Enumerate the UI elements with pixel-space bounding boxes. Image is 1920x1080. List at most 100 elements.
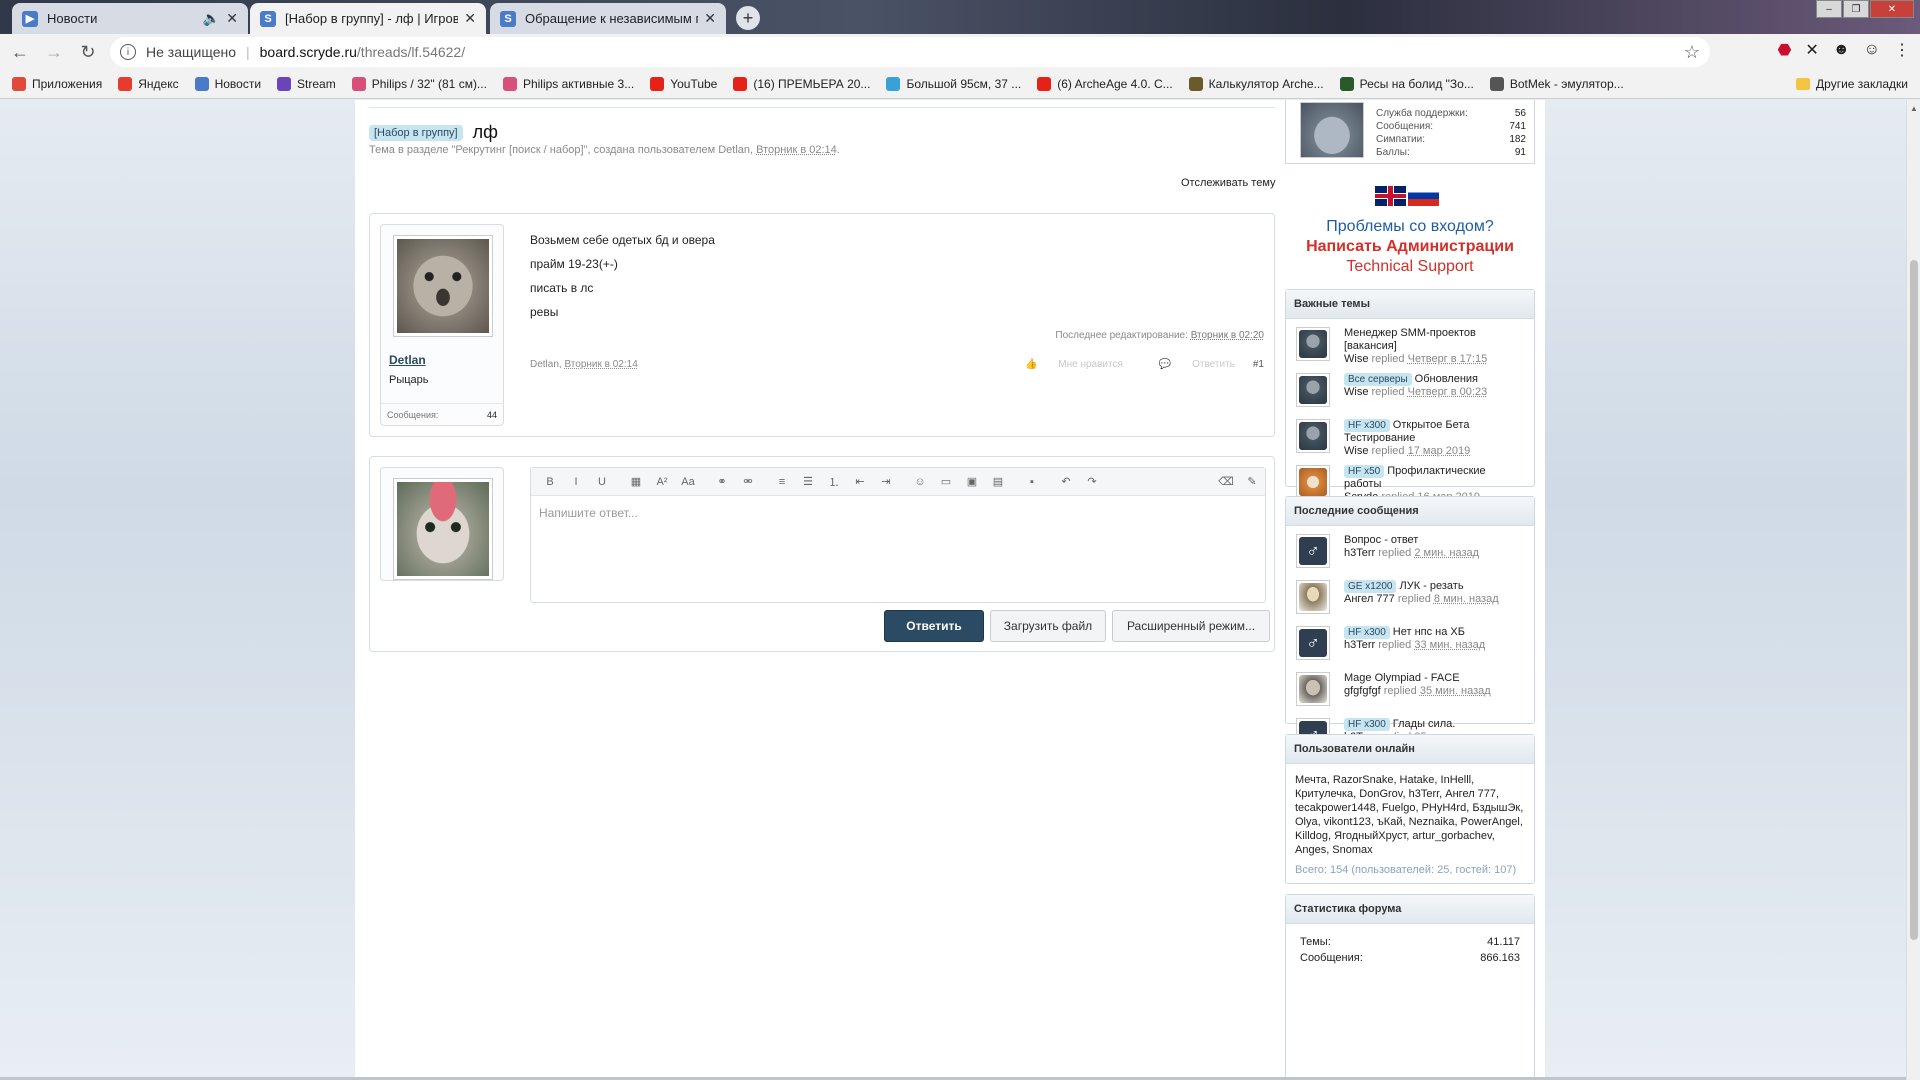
reply-date[interactable]: 17 мар 2019 xyxy=(1408,445,1471,457)
bookmark-item[interactable]: Philips активные 3... xyxy=(502,77,634,91)
indent-icon[interactable]: ⇥ xyxy=(873,475,899,488)
color-icon[interactable]: ▦ xyxy=(623,475,649,488)
source-icon[interactable]: ✎ xyxy=(1239,475,1265,488)
outdent-icon[interactable]: ⇤ xyxy=(847,475,873,488)
forward-icon[interactable]: → xyxy=(40,42,68,63)
thread-title[interactable]: Обновления xyxy=(1415,373,1478,385)
bookmark-item[interactable]: Яндекс xyxy=(118,77,179,91)
advanced-mode-button[interactable]: Расширенный режим... xyxy=(1112,610,1270,642)
reply-user[interactable]: Wise xyxy=(1344,445,1368,457)
thread-link[interactable]: HF x300 Нет нпс на ХБ h3Terr replied 33 ми… xyxy=(1344,626,1526,652)
username-link[interactable]: Detlan xyxy=(389,353,426,367)
adblock-extension-icon[interactable]: ⬣ xyxy=(1777,40,1791,60)
media-icon[interactable]: ▣ xyxy=(959,475,985,488)
scroll-up-icon[interactable]: ▲ xyxy=(1910,104,1918,113)
list-item[interactable]: ♂ HF x300 Нет нпс на ХБ h3Terr replied 33 м… xyxy=(1286,620,1534,666)
close-tab-icon[interactable]: ✕ xyxy=(704,10,716,27)
reply-date[interactable]: Четверг в 00:23 xyxy=(1408,386,1488,398)
avatar[interactable] xyxy=(1296,580,1330,614)
reply-link[interactable]: 💬 Ответить xyxy=(1141,359,1235,370)
reply-button[interactable]: Ответить xyxy=(884,610,984,642)
close-tab-icon[interactable]: ✕ xyxy=(226,10,238,27)
list-item[interactable]: Все серверы Обновления Wise replied Четвер… xyxy=(1286,367,1534,413)
thread-title[interactable]: Вопрос - ответ xyxy=(1344,534,1418,546)
avatar[interactable] xyxy=(1296,465,1330,499)
bookmark-item[interactable]: (16) ПРЕМЬЕРА 20... xyxy=(733,77,870,91)
like-button[interactable]: 👍 Мне нравится xyxy=(1007,359,1123,370)
avatar[interactable] xyxy=(1296,672,1330,706)
menu-icon[interactable]: ⋮ xyxy=(1894,40,1910,60)
bookmark-item[interactable]: Большой 95см, 37 ... xyxy=(886,77,1021,91)
avatar[interactable] xyxy=(1296,419,1330,453)
monkey-extension-icon[interactable]: ☻ xyxy=(1833,41,1850,59)
thread-prefix[interactable]: HF x50 xyxy=(1344,465,1385,478)
thread-link[interactable]: Все серверы Обновления Wise replied Четвер… xyxy=(1344,373,1526,399)
thread-prefix[interactable]: [Набор в группу] xyxy=(369,124,463,141)
browser-tab[interactable]: S Обращение к независимым гр ✕ xyxy=(490,3,726,34)
bullet-list-icon[interactable]: ☰ xyxy=(795,475,821,488)
thread-title[interactable]: Менеджер SMM-проектов [вакансия] xyxy=(1344,327,1476,352)
thread-link[interactable]: HF x300 Открытое Бета Тестирование Wise re… xyxy=(1344,419,1526,458)
list-item[interactable]: ♂ Вопрос - ответ h3Terr replied 2 мин. наз… xyxy=(1286,528,1534,574)
profile-avatar-icon[interactable]: ☺ xyxy=(1864,41,1880,59)
tech-support-link[interactable]: Technical Support xyxy=(1285,258,1535,276)
thread-prefix[interactable]: Все серверы xyxy=(1344,373,1412,386)
avatar[interactable] xyxy=(1296,373,1330,407)
uk-flag-icon[interactable] xyxy=(1375,186,1406,206)
mute-icon[interactable]: 🔈 xyxy=(203,10,220,27)
bookmark-item[interactable]: Stream xyxy=(277,77,336,91)
thread-link[interactable]: GE x1200 ЛУК - резать Ангел 777 replied 8 … xyxy=(1344,580,1526,606)
bookmark-item[interactable]: BotMek - эмулятор... xyxy=(1489,77,1624,91)
thread-date[interactable]: Вторник в 02:14 xyxy=(756,144,837,156)
watch-thread-link[interactable]: Отслеживать тему xyxy=(1181,177,1276,189)
avatar[interactable] xyxy=(1300,102,1364,158)
thread-prefix[interactable]: HF x300 xyxy=(1344,718,1390,731)
save-icon[interactable]: ▪ xyxy=(1019,476,1045,488)
align-icon[interactable]: ≡ xyxy=(769,476,795,488)
avatar[interactable] xyxy=(393,235,493,337)
address-bar[interactable]: i Не защищено | board.scryde.ru /threads… xyxy=(110,37,1710,67)
avatar[interactable] xyxy=(1296,327,1330,361)
contact-admin-link[interactable]: Написать Администрации xyxy=(1285,238,1535,256)
reply-textarea[interactable]: Напишите ответ... xyxy=(531,496,1265,530)
bookmark-item[interactable]: Калькулятор Arche... xyxy=(1188,77,1324,91)
scrollbar-thumb[interactable] xyxy=(1910,260,1918,940)
upload-file-button[interactable]: Загрузить файл xyxy=(990,610,1106,642)
close-tab-icon[interactable]: ✕ xyxy=(464,10,476,27)
thread-prefix[interactable]: HF x300 xyxy=(1344,419,1390,432)
thread-prefix[interactable]: HF x300 xyxy=(1344,626,1390,639)
reply-date[interactable]: Четверг в 17:15 xyxy=(1408,353,1488,365)
numbered-list-icon[interactable]: ⒈ xyxy=(821,474,847,490)
reply-user[interactable]: h3Terr xyxy=(1344,639,1375,651)
avatar[interactable]: ♂ xyxy=(1296,534,1330,568)
eraser-icon[interactable]: ⌫ xyxy=(1213,475,1239,488)
link-icon[interactable]: ⚭ xyxy=(709,475,735,488)
quote-icon[interactable]: ▤ xyxy=(985,475,1011,488)
underline-icon[interactable]: U xyxy=(589,476,615,488)
reply-date[interactable]: 8 мин. назад xyxy=(1434,593,1499,605)
list-item[interactable]: Менеджер SMM-проектов [вакансия] Wise rep… xyxy=(1286,321,1534,367)
avatar[interactable]: ♂ xyxy=(1296,626,1330,660)
list-item[interactable]: Mage Olympiad - FACE gfgfgfgf replied 35 … xyxy=(1286,666,1534,712)
ru-flag-icon[interactable] xyxy=(1408,186,1439,206)
redo-icon[interactable]: ↷ xyxy=(1079,475,1105,488)
thread-prefix[interactable]: GE x1200 xyxy=(1344,580,1397,593)
reply-date[interactable]: 2 мин. назад xyxy=(1414,547,1479,559)
thread-title[interactable]: ЛУК - резать xyxy=(1399,580,1463,592)
reply-date[interactable]: 33 мин. назад xyxy=(1414,639,1485,651)
smiley-icon[interactable]: ☺ xyxy=(907,476,933,488)
new-tab-button[interactable]: + xyxy=(736,6,760,30)
bookmark-item[interactable]: (6) ArcheAge 4.0. С... xyxy=(1037,77,1173,91)
undo-icon[interactable]: ↶ xyxy=(1053,475,1079,488)
thread-title[interactable]: Нет нпс на ХБ xyxy=(1393,626,1465,638)
bold-icon[interactable]: B xyxy=(537,476,563,488)
image-icon[interactable]: ▭ xyxy=(933,475,959,488)
maximize-icon[interactable]: ❐ xyxy=(1843,0,1869,18)
reload-icon[interactable]: ↻ xyxy=(74,42,102,63)
post-date[interactable]: Вторник в 02:14 xyxy=(564,359,637,370)
bookmark-item[interactable]: Новости xyxy=(194,77,261,91)
bookmark-item[interactable]: Philips / 32" (81 см)... xyxy=(351,77,487,91)
x-extension-icon[interactable]: ✕ xyxy=(1805,40,1818,60)
thread-title[interactable]: Mage Olympiad - FACE xyxy=(1344,672,1460,684)
reply-user[interactable]: Wise xyxy=(1344,353,1368,365)
